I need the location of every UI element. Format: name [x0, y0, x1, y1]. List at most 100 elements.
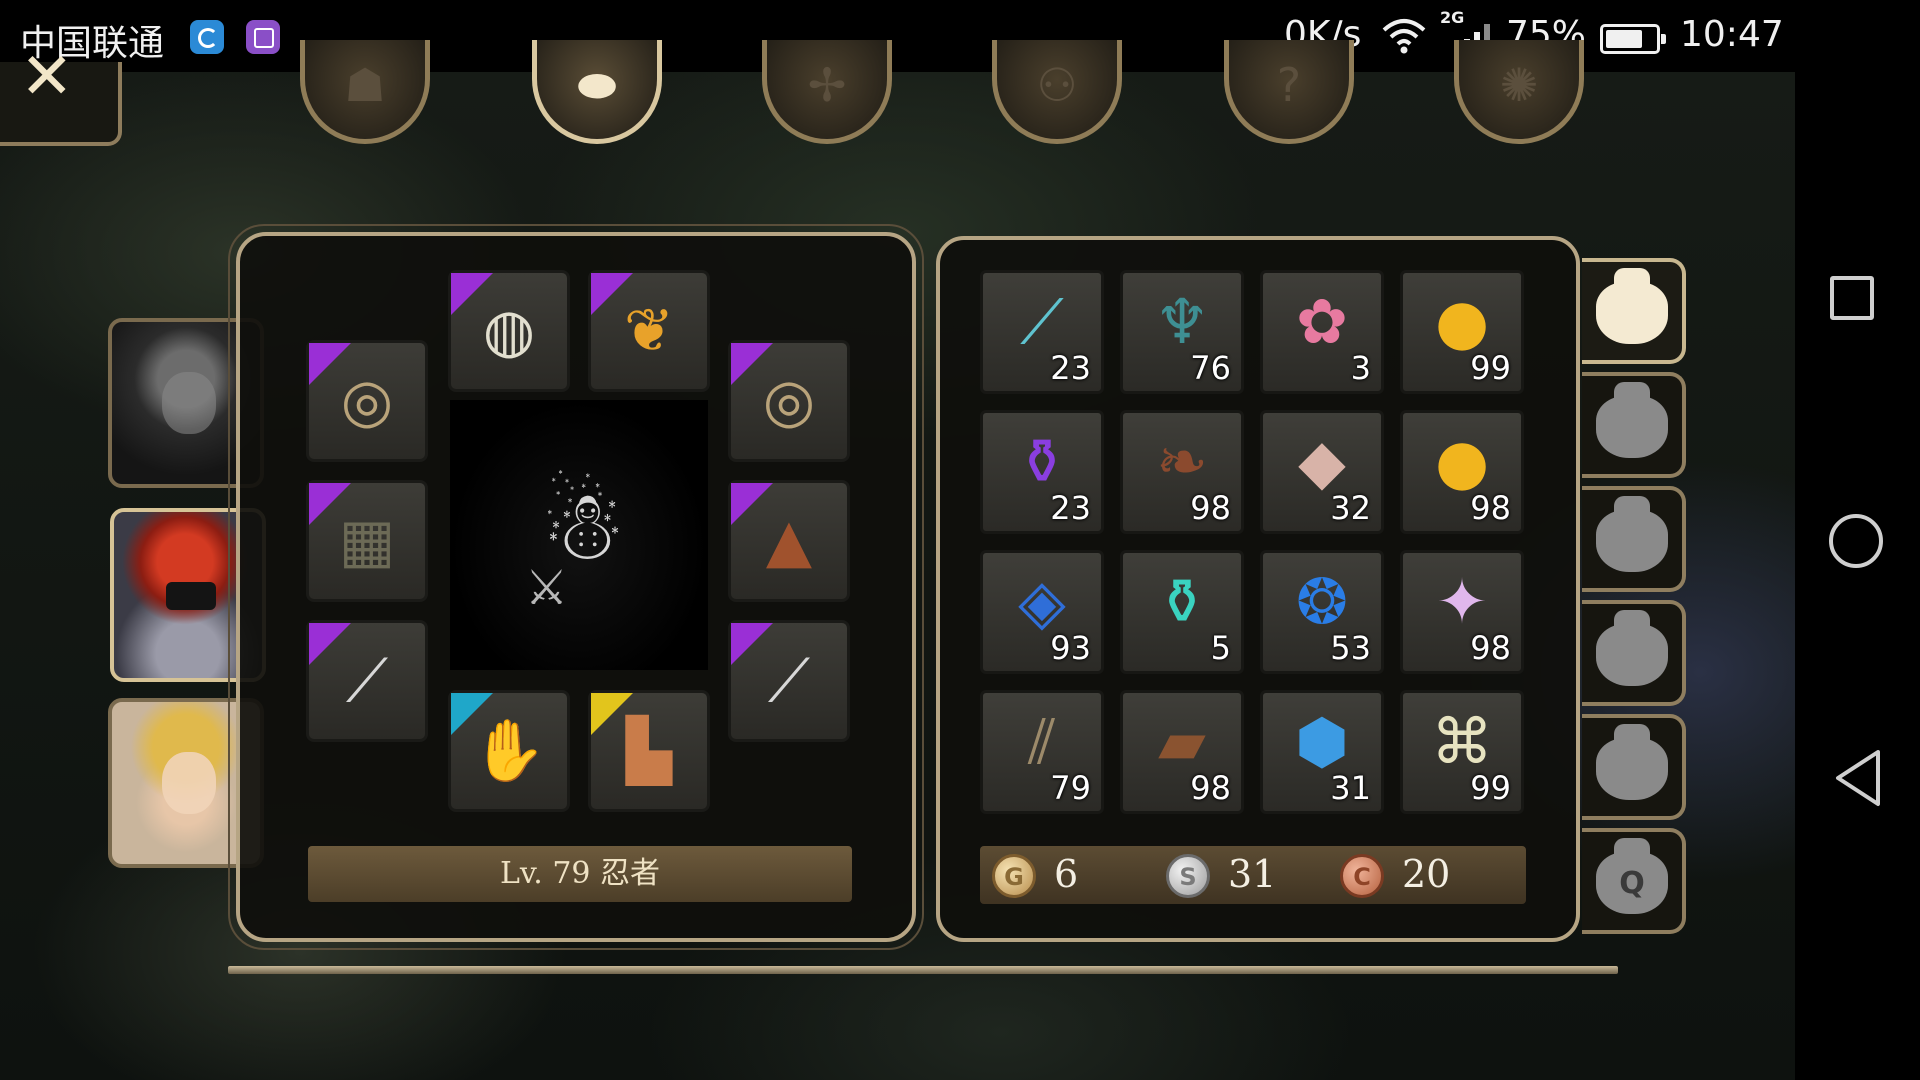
item-quantity: 98	[1190, 769, 1231, 807]
equip-slot-necklace[interactable]: ❦	[588, 270, 710, 392]
silver-coin-icon: S	[1166, 854, 1210, 898]
character-face	[162, 752, 216, 814]
item-quantity: 32	[1330, 489, 1371, 527]
rarity-marker	[591, 273, 633, 315]
inventory-slot-pink-shard[interactable]: ✦ 98	[1400, 550, 1524, 674]
dual-blades-icon: ⚔	[525, 560, 569, 616]
rarity-marker	[451, 693, 493, 735]
currency-bar: G 6 S 31 C 20	[980, 846, 1526, 904]
rarity-marker	[591, 693, 633, 735]
inventory-slot-cyan-root[interactable]: ♆ 76	[1120, 270, 1244, 394]
silver-amount: 31	[1228, 852, 1277, 896]
inventory-slot-golden-apple-1[interactable]: ● 99	[1400, 270, 1524, 394]
inventory-slot-golden-apple-2[interactable]: ● 98	[1400, 410, 1524, 534]
inventory-slot-pink-powder[interactable]: ◆ 32	[1260, 410, 1384, 534]
rarity-marker	[451, 273, 493, 315]
inventory-slot-flower-plant[interactable]: ✿ 3	[1260, 270, 1384, 394]
item-quantity: 99	[1470, 769, 1511, 807]
inventory-slot-cyan-branch[interactable]: ⟋ 23	[980, 270, 1104, 394]
bag-icon	[1596, 496, 1668, 572]
flower-plant-icon: ✿	[1296, 285, 1348, 358]
close-icon: ✕	[20, 40, 74, 114]
quest-bag-label: Q	[1619, 866, 1645, 901]
skills-tab-icon: ✢	[807, 58, 847, 112]
inventory-slot-scroll[interactable]: ⌘ 99	[1400, 690, 1524, 814]
equip-slot-gloves[interactable]: ✋	[448, 690, 570, 812]
inventory-slot-claws[interactable]: ⫽ 79	[980, 690, 1104, 814]
inventory-slot-blue-crystal[interactable]: ❂ 53	[1260, 550, 1384, 674]
brown-feather-icon: ❧	[1156, 425, 1208, 498]
blue-ore-icon: ◈	[1018, 565, 1066, 638]
recent-apps-button[interactable]	[1830, 276, 1874, 320]
inventory-slot-leather[interactable]: ▰ 98	[1120, 690, 1244, 814]
app-notification-icon	[190, 20, 224, 54]
inventory-slot-teal-vase[interactable]: ⚱ 5	[1120, 550, 1244, 674]
pink-powder-icon: ◆	[1298, 425, 1346, 498]
inventory-slot-blue-ore[interactable]: ◈ 93	[980, 550, 1104, 674]
bag-icon	[1596, 268, 1668, 344]
character-face	[162, 372, 216, 434]
bag-tab-4[interactable]	[1582, 600, 1686, 706]
rarity-marker	[309, 483, 351, 525]
inventory-slot-brown-feather[interactable]: ❧ 98	[1120, 410, 1244, 534]
gold-coin-icon: G	[992, 854, 1036, 898]
bag-tab-quest[interactable]: Q	[1582, 828, 1686, 934]
home-button[interactable]	[1829, 514, 1883, 568]
item-quantity: 93	[1050, 629, 1091, 667]
equip-slot-ring-right[interactable]: ◎	[728, 340, 850, 462]
rarity-marker	[309, 623, 351, 665]
teal-vase-icon: ⚱	[1156, 565, 1208, 638]
ninja-mask	[166, 582, 216, 610]
blue-gems-icon: ⬢	[1294, 705, 1350, 778]
bag-icon	[1596, 382, 1668, 458]
item-quantity: 23	[1050, 349, 1091, 387]
inventory-slot-purple-potion[interactable]: ⚱ 23	[980, 410, 1104, 534]
item-quantity: 98	[1470, 629, 1511, 667]
equip-slot-weapon-left[interactable]: ⟋	[306, 620, 428, 742]
character-preview: ☃ ⚔	[450, 400, 708, 670]
bag-tab-5[interactable]	[1582, 714, 1686, 820]
back-button[interactable]	[1832, 748, 1884, 808]
equip-slot-ring-left[interactable]: ◎	[306, 340, 428, 462]
party-tab-icon: ⚇	[1036, 58, 1078, 112]
item-quantity: 79	[1050, 769, 1091, 807]
quest-tab-icon: ?	[1276, 58, 1302, 112]
level-class-label: Lv. 79 忍者	[308, 846, 852, 902]
cyan-branch-icon: ⟋	[1020, 285, 1064, 358]
item-quantity: 23	[1050, 489, 1091, 527]
rarity-marker	[731, 623, 773, 665]
weapon-left-icon: ⟋	[346, 646, 388, 716]
pink-shard-icon: ✦	[1436, 565, 1488, 638]
golden-apple-2-icon: ●	[1434, 425, 1490, 498]
scroll-icon: ⌘	[1431, 705, 1493, 778]
bag-tab-icon: ⬬	[577, 58, 617, 112]
equip-slot-cloak[interactable]: ▲	[728, 480, 850, 602]
inventory-slot-blue-gems[interactable]: ⬢ 31	[1260, 690, 1384, 814]
equip-slot-armor[interactable]: ▦	[306, 480, 428, 602]
item-quantity: 31	[1330, 769, 1371, 807]
bottom-divider	[228, 966, 1618, 974]
bag-tab-2[interactable]	[1582, 372, 1686, 478]
item-quantity: 98	[1470, 489, 1511, 527]
item-quantity: 53	[1330, 629, 1371, 667]
equip-slot-boots[interactable]: ▙	[588, 690, 710, 812]
bag-tab-1[interactable]	[1582, 258, 1686, 364]
status-bar: 中国联通 0K/s 2G 75% 10:47	[0, 0, 1920, 72]
purple-potion-icon: ⚱	[1016, 425, 1068, 498]
rarity-marker	[731, 343, 773, 385]
bag-icon	[1596, 724, 1668, 800]
item-quantity: 3	[1350, 349, 1371, 387]
leather-icon: ▰	[1158, 705, 1206, 778]
equip-slot-weapon-right[interactable]: ⟋	[728, 620, 850, 742]
weapon-right-icon: ⟋	[768, 646, 810, 716]
rarity-marker	[309, 343, 351, 385]
item-quantity: 5	[1210, 629, 1231, 667]
bag-tab-3[interactable]	[1582, 486, 1686, 592]
cyan-root-icon: ♆	[1154, 285, 1210, 358]
gold-amount: 6	[1054, 852, 1079, 896]
golden-apple-1-icon: ●	[1434, 285, 1490, 358]
copper-coin-icon: C	[1340, 854, 1384, 898]
copper-amount: 20	[1402, 852, 1451, 896]
equip-slot-helmet[interactable]: ◍	[448, 270, 570, 392]
close-button[interactable]: ✕	[0, 40, 122, 146]
